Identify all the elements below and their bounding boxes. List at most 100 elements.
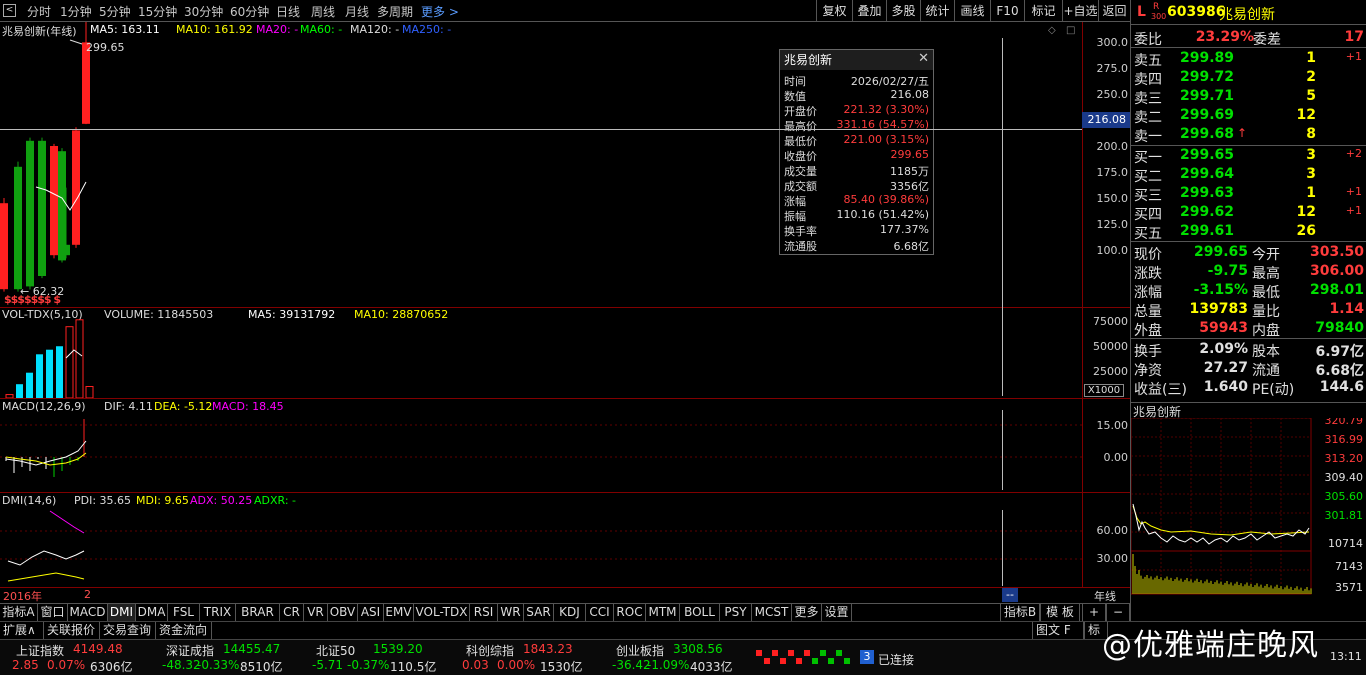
mini-vtick-2: 3571 [1335, 581, 1363, 594]
bottom-tab-2[interactable]: 交易查询 [100, 622, 156, 640]
chevron-right-icon: > [448, 5, 459, 19]
volume-chart[interactable] [0, 308, 1082, 398]
adx-line [49, 510, 85, 534]
stat-label2: 股本 [1252, 344, 1280, 360]
indicator-tab-更多[interactable]: 更多 [792, 604, 822, 622]
popup-value: 110.16 (51.42%) [836, 208, 929, 221]
tf timeframe-4[interactable]: 30分钟 [184, 3, 223, 20]
back-square-icon[interactable]: < [3, 4, 16, 17]
indicator-tab-MCST[interactable]: MCST [752, 604, 792, 622]
vol-bar-5 [56, 346, 63, 398]
indicator-tab-指标A[interactable]: 指标A [0, 604, 38, 622]
index-amount: 4033亿 [690, 660, 733, 674]
ask-qty: 5 [1306, 88, 1316, 104]
indicator-tab-BOLL[interactable]: BOLL [680, 604, 720, 622]
indicator-tab-ROC[interactable]: ROC [614, 604, 646, 622]
popup-row: 换手率 177.37% [780, 223, 933, 238]
mini-ytick-4: 305.60 [1325, 490, 1364, 503]
toolbar-button-8[interactable]: 返回 [1098, 0, 1130, 22]
tf timeframe-8[interactable]: 月线 [345, 3, 369, 20]
tf timeframe-9[interactable]: 多周期 [377, 3, 413, 20]
vol-ytick-0: 75000 [1093, 315, 1128, 328]
indicator-tab-WR[interactable]: WR [498, 604, 524, 622]
dmi-axis: 60.00 30.00 [1082, 493, 1130, 587]
toolbar-button-7[interactable]: +自选 [1062, 0, 1098, 22]
right-tab-0[interactable]: 指标B [1000, 604, 1040, 622]
tag-300: 300 [1151, 12, 1167, 21]
index-name[interactable]: 北证50 [316, 642, 355, 659]
indicator-tab-CR[interactable]: CR [280, 604, 304, 622]
toolbar-button-6[interactable]: 标记 [1024, 0, 1062, 22]
bottom-right-tab-0[interactable]: 图文 F [1032, 622, 1084, 640]
right-tab-1[interactable]: 模 板 [1040, 604, 1080, 622]
indicator-tab-DMA[interactable]: DMA [136, 604, 168, 622]
connection-status[interactable]: 已连接 [878, 651, 914, 668]
pdi-line [7, 550, 85, 566]
index-amount: 6306亿 [90, 660, 133, 674]
indicator-tab-BRAR[interactable]: BRAR [236, 604, 280, 622]
bottom-tab-1[interactable]: 关联报价 [44, 622, 100, 640]
indicator-tab-窗口[interactable]: 窗口 [38, 604, 68, 622]
index-name[interactable]: 深证成指 [166, 642, 214, 659]
toolbar-button-4[interactable]: 画线 [954, 0, 990, 22]
bottom-tab-0[interactable]: 扩展∧ [0, 622, 44, 640]
indicator-tab-KDJ[interactable]: KDJ [554, 604, 586, 622]
stat-label: 外盘 [1134, 323, 1162, 339]
toolbar-button-1[interactable]: 叠加 [852, 0, 886, 22]
stat-value: 139783 [1189, 301, 1248, 317]
indicator-tab-MTM[interactable]: MTM [646, 604, 680, 622]
popup-value: 221.00 (3.15%) [843, 133, 929, 146]
close-icon[interactable]: ✕ [918, 51, 929, 66]
indicator-tab-VR[interactable]: VR [304, 604, 328, 622]
ask-qty: 12 [1296, 107, 1316, 123]
tf timeframe-3[interactable]: 15分钟 [138, 3, 177, 20]
macd-axis: 15.00 0.00 [1082, 399, 1130, 492]
bid-row-0: 买一 299.65 3 +2 [1131, 146, 1366, 166]
tf timeframe-5[interactable]: 60分钟 [230, 3, 269, 20]
ask-price: 299.89 [1179, 50, 1234, 66]
mini-vtick-1: 7143 [1335, 560, 1363, 573]
vol-bar-7 [75, 319, 84, 398]
indicator-tab-SAR[interactable]: SAR [524, 604, 554, 622]
tf timeframe-2[interactable]: 5分钟 [99, 3, 131, 20]
index-change: -48.32 [162, 658, 201, 672]
index-name[interactable]: 上证指数 [16, 642, 64, 659]
toolbar-button-5[interactable]: F10 [990, 0, 1024, 22]
indicator-tabs: 指标A 窗口 MACD DMI DMA FSL TRIX BRAR CR VR OBV ASI EMV V… [0, 603, 1130, 622]
macd-chart[interactable] [0, 399, 1082, 492]
tf timeframe-6[interactable]: 日线 [276, 3, 300, 20]
indicator-tab-ASI[interactable]: ASI [358, 604, 384, 622]
indicator-tab-VOL-TDX[interactable]: VOL-TDX [414, 604, 470, 622]
mini-ytick-5: 301.81 [1325, 509, 1364, 522]
tf timeframe-1[interactable]: 1分钟 [60, 3, 92, 20]
toolbar-button-2[interactable]: 多股 [886, 0, 920, 22]
indicator-tab-PSY[interactable]: PSY [720, 604, 752, 622]
indicator-tab-TRIX[interactable]: TRIX [200, 604, 236, 622]
popup-key: 流通股 [784, 240, 817, 253]
toolbar-button-0[interactable]: 复权 [816, 0, 852, 22]
bid-label: 买二 [1134, 169, 1162, 185]
indicator-tab-EMV[interactable]: EMV [384, 604, 414, 622]
indicator-tab-OBV[interactable]: OBV [328, 604, 358, 622]
tf timeframe-7[interactable]: 周线 [311, 3, 335, 20]
stat-value2: 6.97亿 [1315, 344, 1364, 360]
more-button[interactable]: 更多 > [421, 3, 459, 20]
toolbar-button-3[interactable]: 统计 [920, 0, 954, 22]
popup-key: 成交额 [784, 180, 817, 193]
indicator-tab-设置[interactable]: 设置 [822, 604, 852, 622]
ytick-2: 250.0 [1096, 88, 1129, 101]
indicator-tab-DMI[interactable]: DMI [108, 604, 136, 622]
indicator-tab-RSI[interactable]: RSI [470, 604, 498, 622]
popup-value: 85.40 (39.86%) [843, 193, 929, 206]
dmi-chart[interactable] [0, 493, 1082, 587]
index-name[interactable]: 科创综指 [466, 642, 514, 659]
indicator-tab-FSL[interactable]: FSL [168, 604, 200, 622]
indicator-tab-CCI[interactable]: CCI [586, 604, 614, 622]
index-name[interactable]: 创业板指 [616, 642, 664, 659]
indicator-tab-MACD[interactable]: MACD [68, 604, 108, 622]
popup-value: 299.65 [890, 148, 930, 161]
ytick-6: 150.0 [1096, 192, 1129, 205]
bottom-tab-3[interactable]: 资金流向 [156, 622, 212, 640]
tf timeframe-0[interactable]: 分时 [27, 3, 51, 20]
stat-label2: 流通 [1252, 363, 1280, 379]
